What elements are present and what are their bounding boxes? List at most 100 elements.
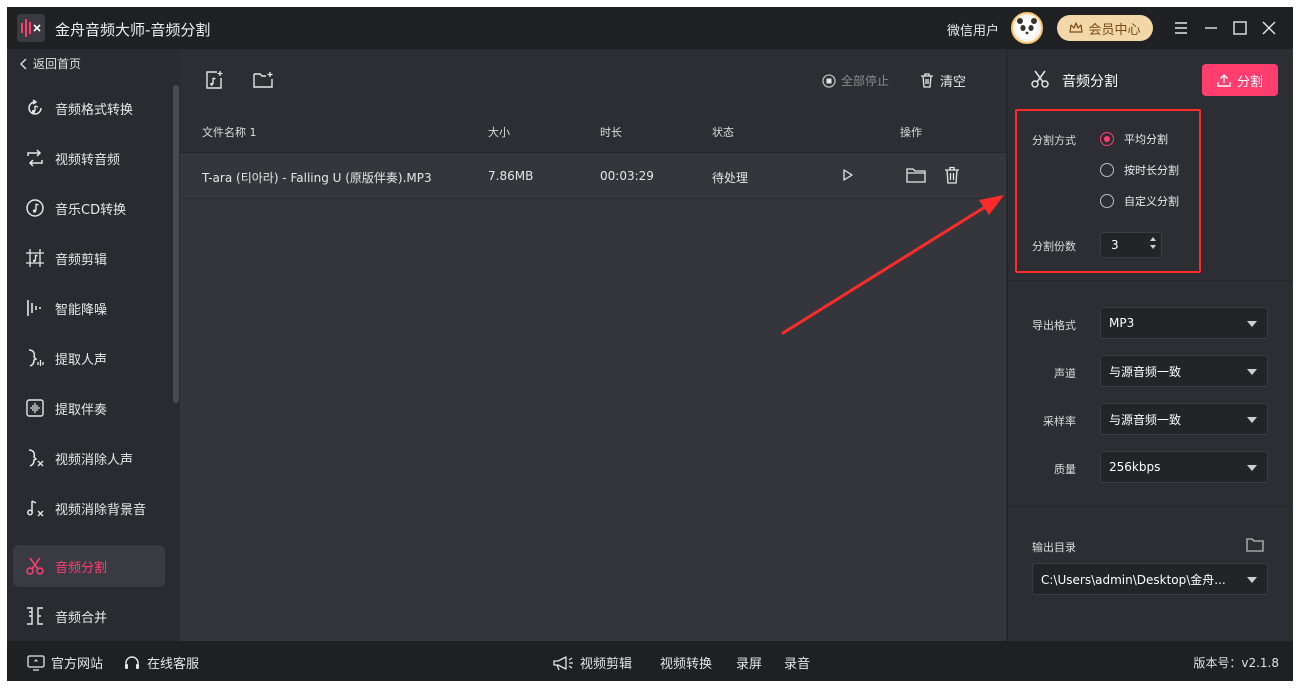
denoise-icon bbox=[27, 300, 41, 316]
stop-all-button[interactable]: 全部停止 bbox=[822, 72, 889, 89]
radio-label: 自定义分割 bbox=[1124, 195, 1179, 208]
stop-icon bbox=[822, 73, 836, 88]
menu-button[interactable] bbox=[1169, 16, 1193, 40]
file-name: T-ara (티아라) - Falling U (原版伴奏).MP3 bbox=[202, 171, 432, 185]
sidebar-item-audio-convert[interactable]: 音频格式转换 bbox=[13, 87, 165, 129]
radio-average-split[interactable]: 平均分割 bbox=[1100, 131, 1168, 147]
clear-button[interactable]: 清空 bbox=[920, 71, 966, 90]
file-toolbar: 全部停止 清空 bbox=[180, 49, 1006, 107]
quality-label: 质量 bbox=[1054, 463, 1076, 476]
sidebar-item-audio-edit[interactable]: 音频剪辑 bbox=[13, 237, 165, 279]
sidebar-item-denoise[interactable]: 智能降噪 bbox=[13, 287, 165, 329]
sidebar-item-label: 音乐CD转换 bbox=[55, 202, 127, 218]
column-header-actions: 操作 bbox=[900, 126, 922, 139]
channel-select[interactable]: 与源音频一致 bbox=[1100, 355, 1268, 387]
caret-down-icon bbox=[1247, 369, 1257, 375]
sidebar-item-extract-accompaniment[interactable]: 提取伴奏 bbox=[13, 387, 165, 429]
maximize-button[interactable] bbox=[1228, 16, 1252, 40]
sidebar-item-label: 音频合并 bbox=[55, 610, 108, 626]
panel-title: 音频分割 bbox=[1062, 74, 1118, 90]
menu-icon bbox=[1175, 22, 1187, 34]
remove-vocal-icon bbox=[28, 449, 44, 467]
sidebar-item-label: 提取伴奏 bbox=[55, 402, 108, 418]
user-name[interactable]: 微信用户 bbox=[947, 20, 999, 39]
radio-dot bbox=[1100, 194, 1114, 208]
vip-center-button[interactable]: 会员中心 bbox=[1057, 15, 1153, 41]
chevron-down-icon bbox=[1150, 245, 1156, 249]
caret-down-icon bbox=[1247, 465, 1257, 471]
sidebar-item-cd-convert[interactable]: 音乐CD转换 bbox=[13, 187, 165, 229]
online-support-label: 在线客服 bbox=[147, 657, 200, 672]
file-status: 待处理 bbox=[712, 171, 749, 185]
audio-record-link[interactable]: 录音 bbox=[784, 653, 810, 672]
quality-select[interactable]: 256kbps bbox=[1100, 451, 1268, 483]
export-format-section: 导出格式 MP3 声道 与源音频一致 采样率 与源音频一致 质量 256kbps bbox=[1008, 283, 1293, 507]
column-header-status: 状态 bbox=[712, 126, 734, 139]
sidebar-item-video-to-audio[interactable]: 视频转音频 bbox=[13, 137, 165, 179]
sidebar-item-label: 视频消除人声 bbox=[55, 452, 134, 468]
channel-value: 与源音频一致 bbox=[1109, 364, 1182, 379]
file-size: 7.86MB bbox=[488, 169, 534, 183]
sidebar-item-audio-split[interactable]: 音频分割 bbox=[13, 545, 165, 587]
sidebar-item-audio-merge[interactable]: 音频合并 bbox=[13, 595, 165, 637]
add-music-file-icon bbox=[206, 71, 223, 89]
video-to-audio-icon bbox=[27, 149, 43, 167]
minimize-button[interactable] bbox=[1199, 16, 1223, 40]
add-folder-button[interactable] bbox=[252, 70, 274, 93]
folder-icon bbox=[906, 168, 926, 183]
close-button[interactable] bbox=[1257, 16, 1281, 40]
clear-label: 清空 bbox=[940, 75, 967, 90]
radio-duration-split[interactable]: 按时长分割 bbox=[1100, 162, 1179, 178]
channel-label: 声道 bbox=[1054, 367, 1076, 380]
sidebar-scrollbar[interactable] bbox=[173, 85, 179, 403]
sample-rate-select[interactable]: 与源音频一致 bbox=[1100, 403, 1268, 435]
maximize-icon bbox=[1233, 21, 1247, 35]
sidebar-item-remove-vocal[interactable]: 视频消除人声 bbox=[13, 437, 165, 479]
parts-stepper[interactable]: 3 bbox=[1100, 232, 1162, 258]
output-path-select[interactable]: C:\Users\admin\Desktop\金舟... bbox=[1032, 563, 1268, 595]
screen-record-link[interactable]: 录屏 bbox=[736, 653, 762, 672]
split-settings-panel: 音频分割 分割 分割方式 平均分割 按时长分割 自定义分割 分割份数 3 导出格… bbox=[1007, 49, 1293, 641]
app-logo-icon bbox=[17, 14, 45, 42]
trash-icon bbox=[921, 73, 933, 88]
delete-row-button[interactable] bbox=[944, 166, 960, 187]
sidebar-item-label: 音频分割 bbox=[55, 560, 108, 576]
stepper-arrows[interactable] bbox=[1149, 236, 1157, 250]
output-label: 输出目录 bbox=[1032, 541, 1076, 554]
parts-label: 分割份数 bbox=[1032, 240, 1076, 253]
video-edit-link[interactable]: 视频剪辑 bbox=[552, 653, 632, 672]
sidebar-item-label: 视频消除背景音 bbox=[55, 502, 147, 518]
browse-folder-button[interactable] bbox=[1246, 537, 1264, 556]
upload-icon bbox=[1217, 74, 1231, 87]
megaphone-icon bbox=[553, 655, 573, 670]
sidebar-item-remove-bgm[interactable]: 视频消除背景音 bbox=[13, 487, 165, 529]
remove-bgm-icon bbox=[27, 500, 44, 517]
add-file-button[interactable] bbox=[204, 70, 224, 93]
minimize-icon bbox=[1205, 27, 1217, 29]
monitor-icon bbox=[27, 654, 45, 671]
sidebar-item-extract-vocal[interactable]: 提取人声 bbox=[13, 337, 165, 379]
bottom-bar: 官方网站 在线客服 视频剪辑 视频转换 录屏 录音 版本号：v2.1.8 bbox=[7, 641, 1293, 681]
back-home-link[interactable]: 返回首页 bbox=[19, 55, 81, 72]
vip-label: 会员中心 bbox=[1088, 22, 1141, 38]
split-button[interactable]: 分割 bbox=[1202, 64, 1278, 96]
add-folder-icon bbox=[253, 72, 273, 88]
radio-dot bbox=[1100, 163, 1114, 177]
split-button-label: 分割 bbox=[1236, 74, 1263, 90]
sidebar-item-label: 智能降噪 bbox=[55, 302, 108, 318]
official-website-link[interactable]: 官方网站 bbox=[27, 653, 103, 672]
play-button[interactable] bbox=[842, 169, 854, 184]
title-bar: 金舟音频大师-音频分割 微信用户 会员中心 bbox=[7, 7, 1293, 49]
audio-edit-icon bbox=[26, 249, 44, 267]
table-row[interactable]: T-ara (티아라) - Falling U (原版伴奏).MP3 7.86M… bbox=[180, 153, 1006, 199]
radio-custom-split[interactable]: 自定义分割 bbox=[1100, 193, 1179, 209]
open-folder-button[interactable] bbox=[906, 166, 926, 187]
format-select[interactable]: MP3 bbox=[1100, 307, 1268, 339]
video-convert-link[interactable]: 视频转换 bbox=[660, 653, 712, 672]
online-support-link[interactable]: 在线客服 bbox=[123, 653, 199, 672]
chevron-up-icon bbox=[1150, 237, 1156, 241]
crown-icon bbox=[1069, 22, 1084, 33]
avatar[interactable] bbox=[1011, 12, 1043, 44]
app-title: 金舟音频大师-音频分割 bbox=[55, 21, 211, 39]
file-duration: 00:03:29 bbox=[600, 169, 654, 183]
